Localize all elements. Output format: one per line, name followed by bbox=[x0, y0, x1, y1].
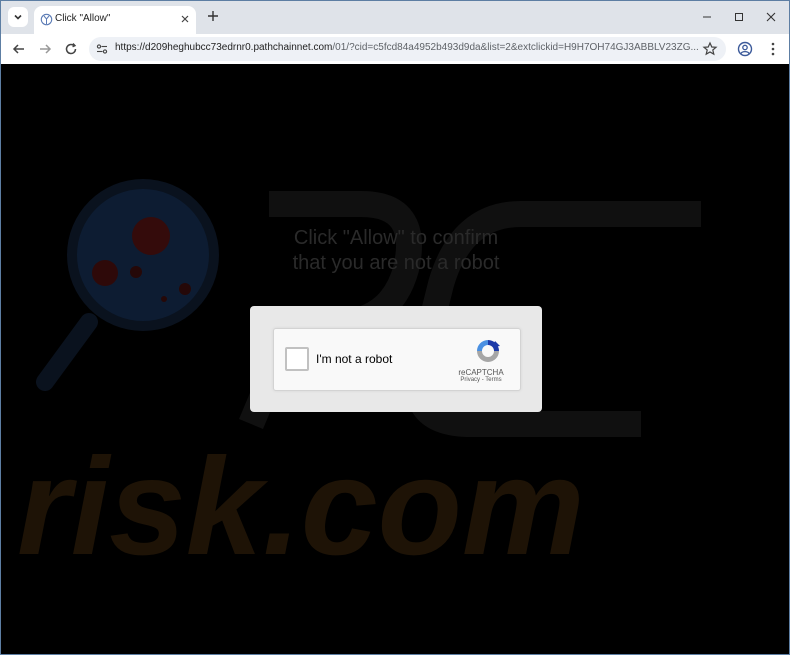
close-icon bbox=[766, 12, 776, 22]
recaptcha-widget: I'm not a robot reCAPTCHA Privacy - Term… bbox=[273, 328, 521, 391]
globe-icon bbox=[40, 13, 53, 26]
tab-title: Click "Allow" bbox=[55, 13, 111, 24]
address-bar[interactable]: https://d209heghubcc73edrnr0.pathchainne… bbox=[89, 37, 726, 61]
star-icon[interactable] bbox=[702, 41, 718, 57]
magnifier-logo bbox=[36, 179, 219, 391]
maximize-button[interactable] bbox=[727, 7, 751, 27]
close-window-button[interactable] bbox=[759, 7, 783, 27]
minimize-icon bbox=[703, 16, 711, 18]
confirm-message-line1: Click "Allow" to confirm bbox=[293, 227, 499, 249]
confirm-message: Click "Allow" to confirm that you are no… bbox=[251, 226, 541, 276]
url-text[interactable]: https://d209heghubcc73edrnr0.pathchainne… bbox=[115, 42, 699, 53]
url-host: https://d209heghubcc73edrnr0.pathchainne… bbox=[115, 42, 333, 53]
recaptcha-logo-icon bbox=[477, 340, 500, 362]
recaptcha-links: Privacy - Terms bbox=[448, 377, 514, 383]
watermark-text: risk.com bbox=[17, 430, 585, 584]
privacy-link[interactable]: Privacy bbox=[460, 377, 480, 383]
more-menu-icon[interactable] bbox=[765, 41, 781, 57]
browser-window: Click "Allow" https://d209heghubcc73edrn… bbox=[0, 0, 790, 655]
maximize-icon bbox=[735, 13, 743, 21]
tab-search-button[interactable] bbox=[8, 7, 28, 27]
robot-checkbox[interactable] bbox=[285, 347, 309, 371]
reload-button[interactable] bbox=[63, 41, 79, 57]
arrow-right-icon bbox=[40, 44, 52, 54]
close-icon[interactable] bbox=[180, 14, 190, 24]
forward-button[interactable] bbox=[37, 41, 53, 57]
new-tab-button[interactable] bbox=[204, 7, 222, 25]
terms-link[interactable]: Terms bbox=[485, 377, 501, 383]
tab-active[interactable]: Click "Allow" bbox=[34, 6, 196, 34]
profile-icon[interactable] bbox=[737, 41, 753, 57]
captcha-card: I'm not a robot reCAPTCHA Privacy - Term… bbox=[250, 306, 542, 412]
url-path: /01/?cid=c5fcd84a4952b493d9da&list=2&ext… bbox=[332, 42, 699, 53]
back-button[interactable] bbox=[11, 41, 27, 57]
minimize-button[interactable] bbox=[695, 7, 719, 27]
chevron-down-icon bbox=[14, 14, 22, 20]
plus-icon bbox=[208, 11, 218, 21]
arrow-left-icon bbox=[12, 44, 24, 54]
confirm-message-line2: that you are not a robot bbox=[292, 252, 500, 274]
recaptcha-brand: reCAPTCHA bbox=[458, 368, 504, 377]
reload-icon bbox=[65, 43, 77, 55]
robot-checkbox-label: I'm not a robot bbox=[316, 352, 393, 366]
tab-strip: Click "Allow" bbox=[1, 1, 789, 34]
site-settings-icon[interactable] bbox=[95, 42, 109, 56]
page-viewport: risk.com Click "Allow" to confirm that y… bbox=[1, 64, 789, 654]
toolbar: https://d209heghubcc73edrnr0.pathchainne… bbox=[1, 34, 789, 64]
